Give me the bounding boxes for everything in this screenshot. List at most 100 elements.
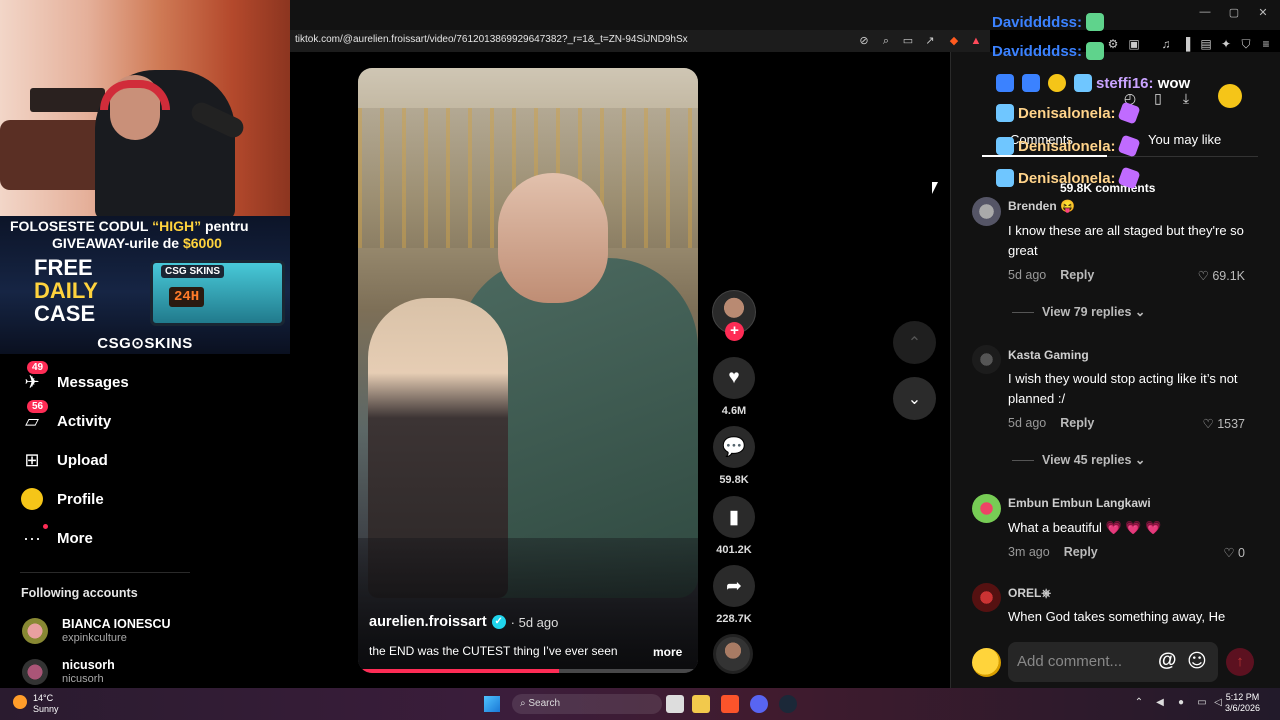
music-icon[interactable]: ♫	[1158, 36, 1174, 52]
follow-button[interactable]: +	[725, 322, 744, 341]
menu-icon[interactable]: ≡	[1258, 36, 1274, 52]
brave-shield-icon[interactable]: ◆	[946, 33, 962, 49]
comment-like-button[interactable]: ♡ 69.1K	[1175, 268, 1245, 283]
close-icon[interactable]: ✕	[1253, 6, 1273, 22]
share-icon[interactable]: ↗	[922, 33, 938, 49]
wallet-icon[interactable]: ▤	[1198, 36, 1214, 52]
comment-count: 59.8K	[719, 474, 749, 486]
steam-icon[interactable]	[779, 695, 797, 713]
messages-icon: ✈ 49	[20, 361, 49, 394]
send-comment-button[interactable]: ↑	[1226, 648, 1254, 676]
leo-icon[interactable]: ✦	[1218, 36, 1234, 52]
emoji-icon[interactable]: ☺	[1187, 650, 1207, 672]
tab-you-may-like[interactable]: You may like	[1148, 132, 1221, 147]
vpn-icon[interactable]: ⛉	[1238, 36, 1254, 52]
sidebar-item-messages[interactable]: ✈ 49 Messages	[20, 361, 129, 397]
tab-icon[interactable]: ▣	[1126, 36, 1142, 52]
speaker-icon[interactable]: ◀	[1154, 697, 1166, 709]
file-explorer-icon[interactable]	[692, 695, 710, 713]
comment-author[interactable]: Brenden 😝	[1008, 199, 1075, 213]
reply-button[interactable]: Reply	[1060, 268, 1094, 282]
chat-message: Denisalonela:	[992, 101, 1142, 125]
sidebar-item-activity[interactable]: ▱ 56 Activity	[20, 400, 111, 436]
zoom-icon[interactable]: ⌕	[878, 33, 894, 49]
no-tracking-icon[interactable]: ⊘	[856, 33, 872, 49]
promo-line-1: FOLOSESTE CODUL “HIGH” pentru	[10, 218, 249, 234]
like-button[interactable]: ♥ 4.6M	[712, 357, 756, 417]
heart-outline-icon: ♡	[1223, 546, 1235, 560]
comment-author[interactable]: OREL⎈	[1008, 586, 1051, 601]
share-arrow-icon: ➦	[713, 565, 755, 607]
share-count: 228.7K	[716, 613, 752, 625]
comment-author[interactable]: Embun Embun Langkawi	[1008, 496, 1151, 510]
like-count: 4.6M	[721, 405, 747, 417]
bot-badge-icon	[1074, 74, 1092, 92]
save-count: 401.2K	[716, 544, 752, 556]
comment-author[interactable]: Kasta Gaming	[1008, 348, 1089, 362]
sidebar-item-upload[interactable]: ⊞ Upload	[20, 445, 107, 475]
sidebar-item-more[interactable]: ··· More	[20, 523, 93, 553]
badge-icon	[996, 74, 1014, 92]
reply-button[interactable]: Reply	[1064, 545, 1098, 559]
task-view-icon[interactable]	[666, 695, 684, 713]
bookmark-icon: ▮	[713, 496, 755, 538]
video-author[interactable]: aurelien.froissart ✓ · 5d ago	[369, 614, 558, 630]
browser-tabstrip	[290, 0, 990, 30]
rewards-icon[interactable]: ▲	[968, 33, 984, 49]
avatar	[22, 659, 48, 685]
following-account[interactable]: nicusorh nicusorh	[22, 656, 115, 688]
comment-like-button[interactable]: ♡ 1537	[1175, 416, 1245, 431]
address-bar[interactable]: tiktok.com/@aurelien.froissart/video/761…	[290, 30, 990, 52]
comment-text: When God takes something away, He	[1008, 609, 1226, 624]
divider	[20, 572, 190, 573]
heart-outline-icon: ♡	[1197, 269, 1209, 283]
following-account[interactable]: BIANCA IONESCU expinkculture	[22, 615, 171, 647]
next-video-button[interactable]: ⌄	[893, 377, 936, 420]
windows-start-icon[interactable]	[484, 696, 500, 712]
comment-button[interactable]: 💬 59.8K	[712, 426, 756, 486]
avatar[interactable]	[972, 494, 1001, 523]
volume-icon[interactable]: ◁	[1212, 697, 1224, 709]
avatar[interactable]	[972, 197, 1001, 226]
weather-widget[interactable]: 14°C Sunny	[33, 693, 59, 715]
taskbar-search[interactable]: ⌕ Search	[512, 694, 662, 714]
avatar[interactable]	[972, 345, 1001, 374]
chat-message: Denisalonela:	[992, 166, 1142, 190]
comment-like-button[interactable]: ♡ 0	[1175, 545, 1245, 560]
music-disc[interactable]	[713, 634, 753, 674]
mention-icon[interactable]: @	[1158, 650, 1177, 672]
video-player[interactable]: aurelien.froissart ✓ · 5d ago the END was …	[358, 68, 698, 673]
display-icon[interactable]: ▭	[1196, 697, 1208, 709]
previous-video-button[interactable]: ⌃	[893, 321, 936, 364]
verified-icon: ✓	[491, 615, 506, 629]
tray-chevron-icon[interactable]: ⌃	[1133, 697, 1145, 709]
maximize-icon[interactable]: ▢	[1224, 6, 1244, 22]
save-button[interactable]: ▮ 401.2K	[712, 496, 756, 556]
weather-icon[interactable]	[13, 695, 27, 709]
cast-icon[interactable]: ▭	[900, 33, 916, 49]
more-icon: ···	[20, 524, 48, 550]
share-button[interactable]: ➦ 228.7K	[712, 565, 756, 625]
system-clock[interactable]: 5:12 PM 3/6/2026	[1225, 692, 1260, 714]
view-replies-button[interactable]: View 79 replies ⌄	[1012, 304, 1145, 319]
caption-more-button[interactable]: more	[653, 645, 682, 659]
webcam-overlay	[0, 0, 290, 216]
chat-message: Daviddddss:	[992, 40, 1108, 62]
sidebar-item-label: Profile	[57, 490, 104, 508]
brave-browser-icon[interactable]	[721, 695, 739, 713]
reply-button[interactable]: Reply	[1060, 416, 1094, 430]
sidebar-icon[interactable]: ▐	[1178, 36, 1194, 52]
avatar[interactable]	[972, 583, 1001, 612]
feather-emote-icon	[1116, 166, 1141, 190]
sidebar-item-profile[interactable]: Profile	[20, 484, 104, 514]
video-caption: the END was the CUTEST thing I’ve ever s…	[369, 644, 618, 658]
video-progress-bar[interactable]	[358, 669, 698, 673]
promo-brand: CSG⊙SKINS	[97, 335, 193, 352]
discord-icon[interactable]	[750, 695, 768, 713]
microphone-icon[interactable]: ●	[1175, 697, 1187, 709]
minimize-icon[interactable]: —	[1195, 6, 1215, 22]
view-replies-button[interactable]: View 45 replies ⌄	[1012, 452, 1145, 467]
url-text[interactable]: tiktok.com/@aurelien.froissart/video/761…	[295, 34, 688, 45]
arrow-up-icon: ↑	[1236, 653, 1244, 670]
user-avatar[interactable]	[1218, 84, 1242, 108]
